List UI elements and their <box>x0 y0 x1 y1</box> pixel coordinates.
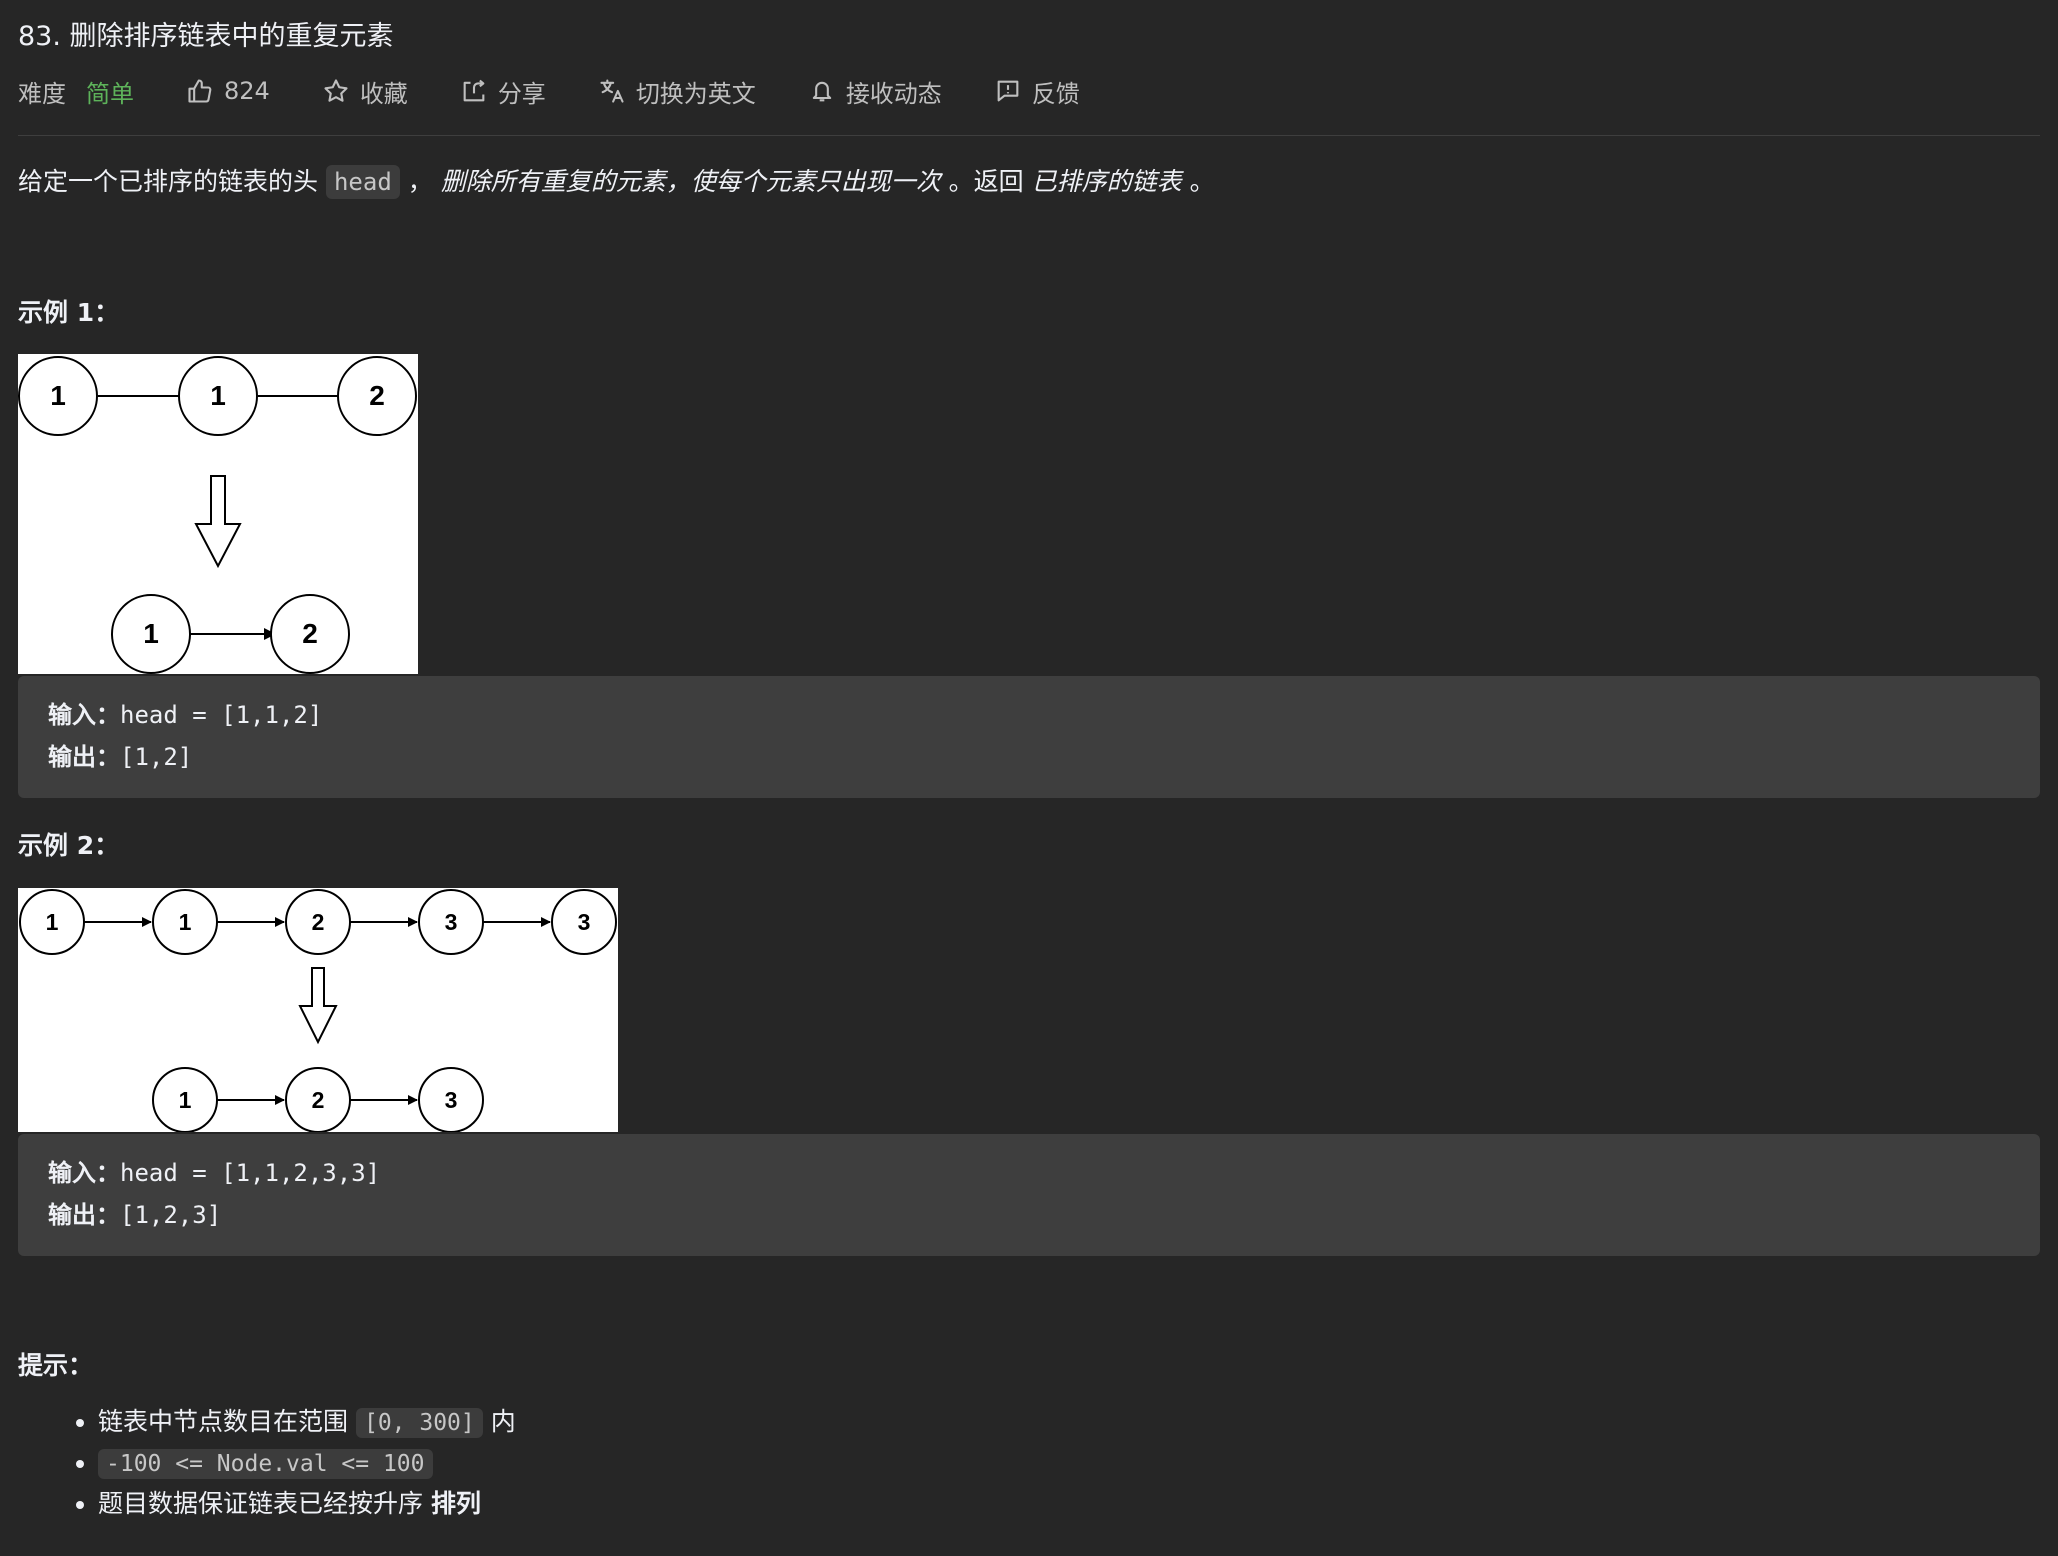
example-2-figure: 1 1 2 3 3 1 2 3 <box>18 888 618 1132</box>
subscribe-button[interactable]: 接收动态 <box>808 74 942 109</box>
example-1-figure: 1 1 2 1 2 <box>18 354 418 674</box>
star-icon <box>324 79 348 102</box>
desc-emphasis: 删除所有重复的元素，使每个元素只出现一次 <box>440 167 941 196</box>
node-value: 2 <box>369 380 385 411</box>
linked-list-diagram: 1 1 2 3 3 1 2 3 <box>19 889 617 1132</box>
like-count: 824 <box>224 77 270 105</box>
example-output-line: 输出：[1,2] <box>48 736 2010 778</box>
example-output-line: 输出：[1,2,3] <box>48 1194 2010 1236</box>
node-value: 2 <box>312 1087 325 1113</box>
node-value: 2 <box>302 618 318 649</box>
example-input-line: 输入：head = [1,1,2] <box>48 694 2010 736</box>
input-value: head = [1,1,2,3,3] <box>120 1159 381 1187</box>
example-1-code: 输入：head = [1,1,2] 输出：[1,2] <box>18 676 2040 798</box>
down-arrow-icon <box>298 967 338 1045</box>
input-value: head = [1,1,2] <box>120 701 323 729</box>
inline-code: head <box>325 165 400 199</box>
constraint-text: 内 <box>490 1407 516 1436</box>
output-value: [1,2,3] <box>120 1201 222 1229</box>
bottom-list: 1 2 <box>111 594 350 674</box>
inline-code: -100 <= Node.val <= 100 <box>98 1449 433 1479</box>
constraint-text: 链表中节点数目在范围 <box>98 1407 349 1436</box>
feedback-label: 反馈 <box>1031 79 1080 108</box>
translate-icon <box>600 79 624 103</box>
share-label: 分享 <box>497 79 546 108</box>
node-value: 1 <box>50 380 66 411</box>
desc-emphasis: 已排序的链表 <box>1031 167 1182 196</box>
constraints-title: 提示： <box>18 1351 94 1380</box>
divider <box>18 135 2040 136</box>
linked-list-diagram: 1 1 2 1 2 <box>18 356 417 674</box>
top-list: 1 1 2 3 3 <box>19 889 617 955</box>
down-arrow-icon <box>194 475 242 569</box>
list-item: 题目数据保证链表已经按升序 排列 <box>98 1484 516 1523</box>
thumbs-up-icon <box>188 79 212 103</box>
list-item: 链表中节点数目在范围 [0, 300] 内 <box>98 1402 516 1443</box>
share-icon <box>463 79 485 102</box>
favorite-label: 收藏 <box>359 79 408 108</box>
top-list: 1 1 2 <box>18 356 417 436</box>
feedback-icon <box>997 80 1019 102</box>
output-label: 输出： <box>48 743 120 771</box>
constraint-text: 题目数据保证链表已经按升序 <box>98 1489 424 1518</box>
subscribe-label: 接收动态 <box>845 79 942 108</box>
example-input-line: 输入：head = [1,1,2,3,3] <box>48 1152 2010 1194</box>
desc-comma: ， <box>407 167 433 196</box>
problem-description: 给定一个已排序的链表的头 head ， 删除所有重复的元素，使每个元素只出现一次… <box>18 162 1215 202</box>
example-2-code: 输入：head = [1,1,2,3,3] 输出：[1,2,3] <box>18 1134 2040 1256</box>
node-value: 3 <box>445 1087 458 1113</box>
node-value: 2 <box>312 909 325 935</box>
feedback-button[interactable]: 反馈 <box>994 74 1080 109</box>
translate-button[interactable]: 切换为英文 <box>598 74 756 109</box>
problem-title: 83. 删除排序链表中的重复元素 <box>18 21 394 52</box>
list-item: -100 <= Node.val <= 100 <box>98 1443 516 1484</box>
node-value: 1 <box>179 1087 192 1113</box>
bell-icon <box>812 81 832 102</box>
bottom-list: 1 2 3 <box>152 1067 484 1132</box>
node-value: 3 <box>445 909 458 935</box>
desc-text: 。 <box>1189 167 1215 196</box>
output-value: [1,2] <box>120 743 193 771</box>
desc-text: 给定一个已排序的链表的头 <box>18 167 319 196</box>
desc-text: 。返回 <box>948 167 1024 196</box>
example-2-title: 示例 2： <box>18 831 120 860</box>
node-value: 1 <box>210 380 226 411</box>
translate-label: 切换为英文 <box>635 79 756 108</box>
output-label: 输出： <box>48 1201 120 1229</box>
inline-code: [0, 300] <box>355 1408 483 1438</box>
node-value: 1 <box>179 909 192 935</box>
input-label: 输入： <box>48 701 120 729</box>
difficulty-badge: 简单 <box>86 79 134 108</box>
difficulty-label: 难度 <box>18 79 66 108</box>
favorite-button[interactable]: 收藏 <box>322 74 408 109</box>
constraints-list: 链表中节点数目在范围 [0, 300] 内 -100 <= Node.val <… <box>18 1402 516 1523</box>
example-1-title: 示例 1： <box>18 298 120 327</box>
node-value: 3 <box>578 909 591 935</box>
constraint-emphasis: 排列 <box>430 1489 481 1518</box>
share-button[interactable]: 分享 <box>460 74 546 109</box>
node-value: 1 <box>46 909 59 935</box>
problem-page: 83. 删除排序链表中的重复元素 难度 简单 824 收藏 分享 切换为英文 接… <box>0 0 2058 1556</box>
problem-meta-bar: 难度 简单 824 收藏 分享 切换为英文 接收动态 反馈 <box>18 72 1132 110</box>
like-button[interactable]: 824 <box>186 77 270 105</box>
node-value: 1 <box>143 618 159 649</box>
input-label: 输入： <box>48 1159 120 1187</box>
